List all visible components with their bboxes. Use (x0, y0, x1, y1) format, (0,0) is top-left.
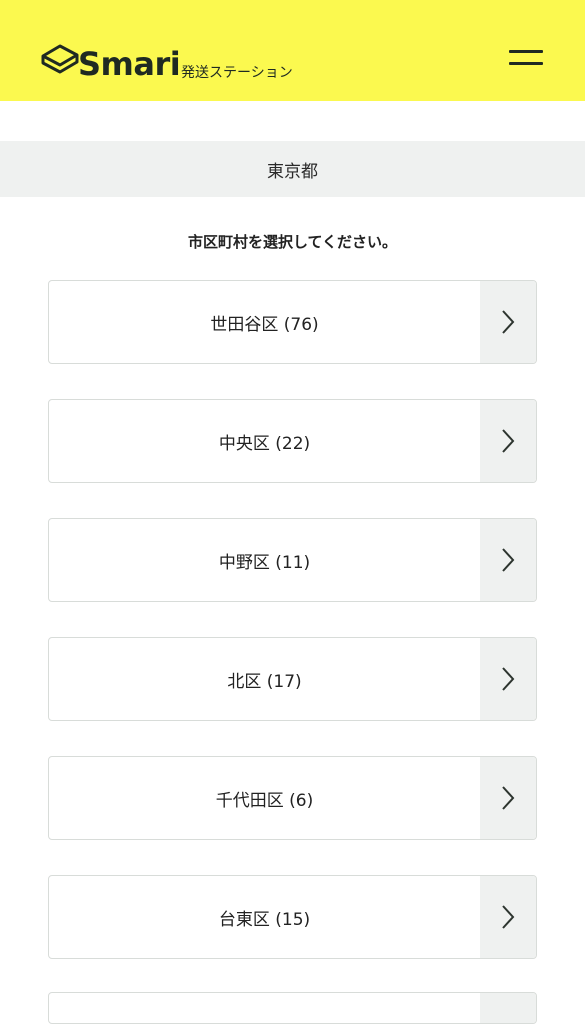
district-label (49, 993, 480, 1023)
district-label: 世田谷区 (76) (210, 314, 319, 335)
district-label: 中野区 (11) (218, 552, 311, 573)
app-header: Smari 発送ステーション (0, 0, 585, 101)
hamburger-icon[interactable] (505, 44, 547, 74)
chevron-right-icon[interactable] (480, 519, 536, 601)
district-label: 千代田区 (6) (215, 790, 314, 811)
logo-text: Smari (78, 45, 181, 83)
logo-subtitle: 発送ステーション (181, 65, 293, 81)
chevron-right-icon[interactable] (480, 757, 536, 839)
menu-line (509, 50, 543, 53)
district-item[interactable]: 中野区 (11) (48, 518, 537, 602)
prefecture-name: 東京都 (267, 161, 318, 182)
menu-line (509, 62, 543, 65)
district-item[interactable]: 千代田区 (6) (48, 756, 537, 840)
district-item[interactable]: 中央区 (22) (48, 399, 537, 483)
chevron-right-icon[interactable] (480, 876, 536, 958)
district-label: 台東区 (15) (218, 909, 311, 930)
district-label: 北区 (17) (227, 671, 302, 692)
district-label: 中央区 (22) (218, 433, 311, 454)
district-item[interactable]: 北区 (17) (48, 637, 537, 721)
prefecture-header: 東京都 (0, 141, 585, 197)
chevron-right-icon[interactable] (480, 281, 536, 363)
chevron-right-icon[interactable] (480, 638, 536, 720)
chevron-right-icon[interactable] (480, 993, 536, 1023)
instruction-text: 市区町村を選択してください。 (187, 233, 398, 251)
district-item[interactable] (48, 992, 537, 1024)
chevron-right-icon[interactable] (480, 400, 536, 482)
box-logo-icon (41, 44, 79, 74)
district-item[interactable]: 世田谷区 (76) (48, 280, 537, 364)
district-item[interactable]: 台東区 (15) (48, 875, 537, 959)
